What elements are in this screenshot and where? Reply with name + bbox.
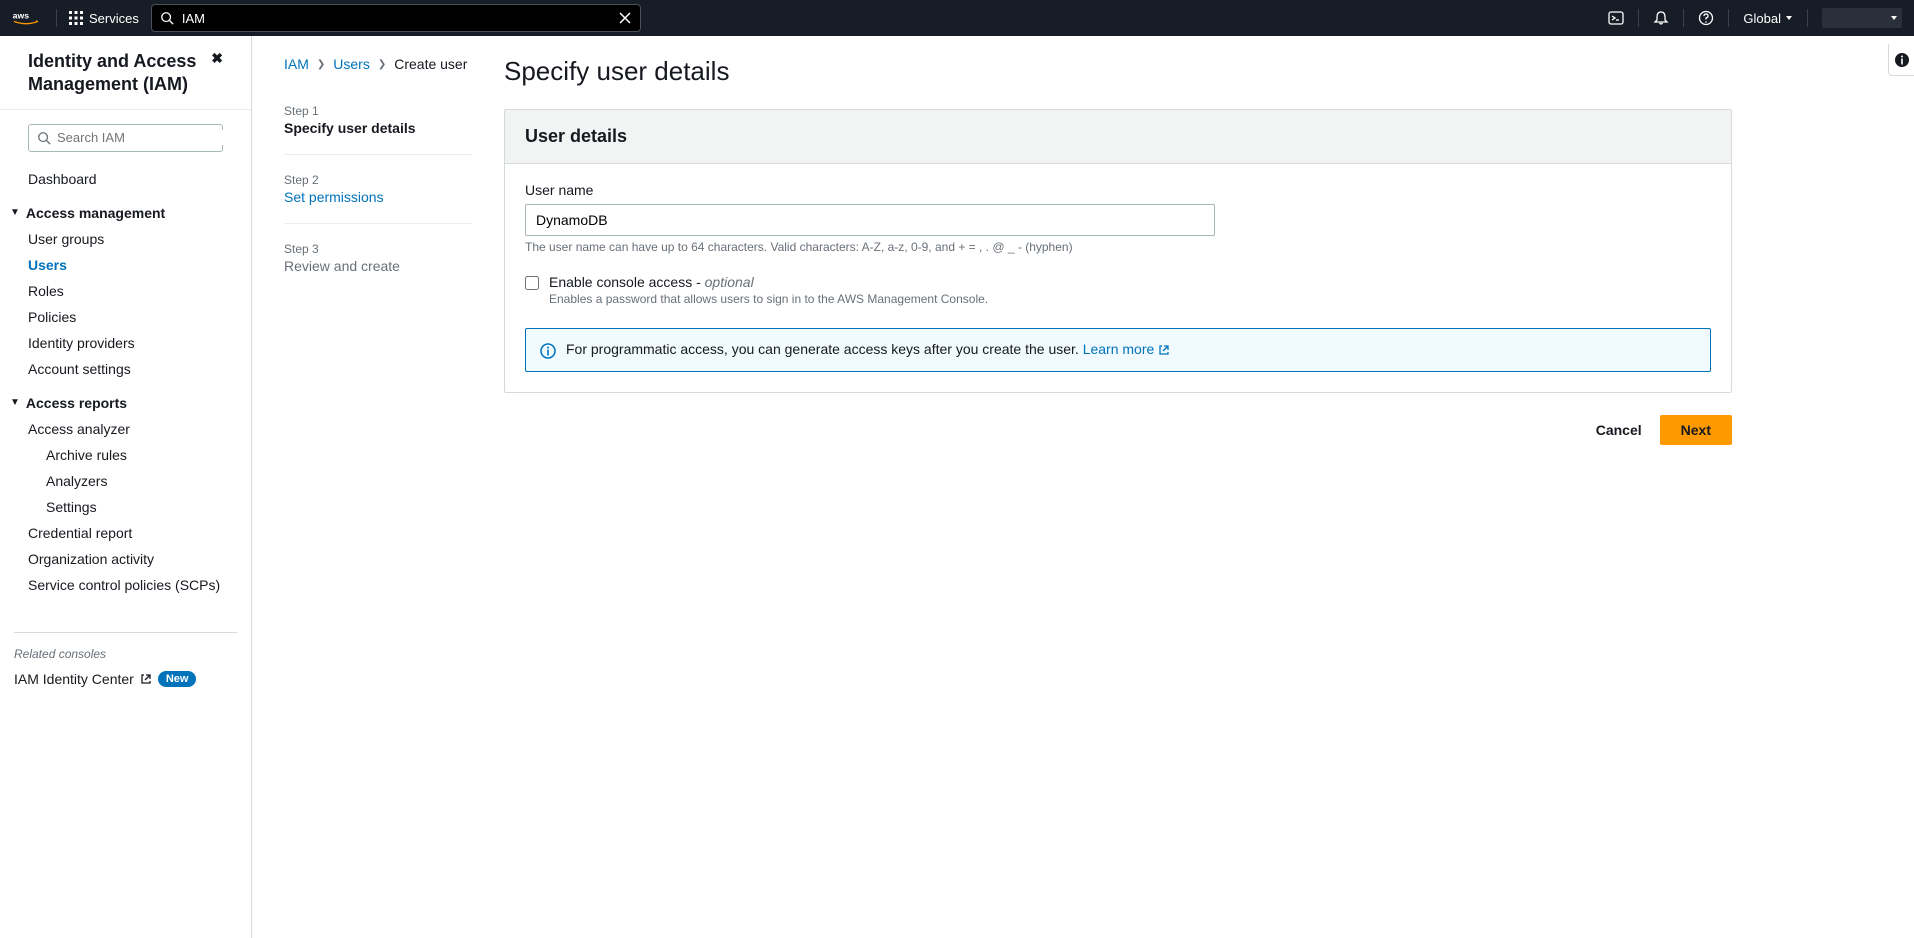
sidebar-title: Identity and Access Management (IAM) (28, 50, 211, 97)
breadcrumb-iam[interactable]: IAM (284, 56, 309, 72)
account-menu[interactable] (1822, 8, 1902, 28)
services-label: Services (89, 11, 139, 26)
sidebar-item-scps[interactable]: Service control policies (SCPs) (14, 572, 237, 598)
breadcrumb-create-user: Create user (394, 56, 467, 72)
info-icon (540, 343, 556, 359)
page-title: Specify user details (504, 56, 1732, 87)
cloudshell-icon[interactable] (1608, 10, 1624, 26)
sidebar-item-organization-activity[interactable]: Organization activity (14, 546, 237, 572)
region-label: Global (1743, 11, 1781, 26)
sidebar-section-access-reports[interactable]: ▼ Access reports (10, 390, 237, 416)
sidebar-item-policies[interactable]: Policies (14, 304, 237, 330)
svg-text:aws: aws (13, 11, 30, 21)
divider (1807, 9, 1808, 27)
help-icon[interactable] (1698, 10, 1714, 26)
caret-down-icon (1785, 14, 1793, 22)
close-sidebar-icon[interactable]: ✖ (211, 50, 223, 67)
grid-icon (69, 11, 83, 25)
aws-logo[interactable]: aws (12, 10, 40, 26)
divider (1683, 9, 1684, 27)
panel-title: User details (525, 126, 1711, 147)
related-consoles-label: Related consoles (0, 647, 251, 667)
console-access-hint: Enables a password that allows users to … (549, 292, 988, 306)
sidebar-item-settings[interactable]: Settings (32, 494, 237, 520)
notifications-icon[interactable] (1653, 10, 1669, 26)
breadcrumb: IAM ❯ Users ❯ Create user (284, 56, 472, 72)
user-details-panel: User details User name The user name can… (504, 109, 1732, 393)
info-box: For programmatic access, you can generat… (525, 328, 1711, 372)
sidebar-item-users[interactable]: Users (14, 252, 237, 278)
clear-search-icon[interactable] (618, 11, 632, 25)
username-label: User name (525, 182, 1711, 198)
console-access-label: Enable console access - optional (549, 274, 988, 290)
sidebar-item-dashboard[interactable]: Dashboard (14, 166, 237, 192)
breadcrumb-users[interactable]: Users (333, 56, 370, 72)
sidebar-item-analyzers[interactable]: Analyzers (32, 468, 237, 494)
wizard-step-3: Step 3 Review and create (284, 234, 472, 292)
sidebar-search[interactable] (28, 124, 223, 152)
search-icon (37, 131, 51, 145)
username-hint: The user name can have up to 64 characte… (525, 240, 1711, 254)
global-search-input[interactable] (182, 11, 610, 26)
region-selector[interactable]: Global (1743, 11, 1793, 26)
new-badge: New (158, 671, 197, 687)
cancel-button[interactable]: Cancel (1592, 416, 1646, 444)
console-access-checkbox[interactable] (525, 276, 539, 290)
divider (1638, 9, 1639, 27)
wizard-step-2[interactable]: Step 2 Set permissions (284, 165, 472, 224)
sidebar-item-user-groups[interactable]: User groups (14, 226, 237, 252)
caret-down-icon: ▼ (10, 397, 20, 408)
sidebar-item-archive-rules[interactable]: Archive rules (32, 442, 237, 468)
caret-down-icon (1890, 14, 1898, 22)
sidebar-item-identity-providers[interactable]: Identity providers (14, 330, 237, 356)
caret-down-icon: ▼ (10, 207, 20, 218)
top-navigation-bar: aws Services Global (0, 0, 1914, 36)
info-panel-toggle[interactable] (1888, 44, 1914, 76)
learn-more-link[interactable]: Learn more (1083, 341, 1170, 357)
chevron-right-icon: ❯ (317, 59, 325, 70)
sidebar-section-access-management[interactable]: ▼ Access management (10, 200, 237, 226)
sidebar-item-roles[interactable]: Roles (14, 278, 237, 304)
chevron-right-icon: ❯ (378, 59, 386, 70)
sidebar-item-access-analyzer[interactable]: Access analyzer (14, 416, 237, 442)
services-menu[interactable]: Services (69, 11, 139, 26)
sidebar-item-credential-report[interactable]: Credential report (14, 520, 237, 546)
divider (56, 9, 57, 27)
global-search[interactable] (151, 4, 641, 32)
search-icon (160, 11, 174, 25)
external-link-icon (140, 673, 152, 685)
divider (1728, 9, 1729, 27)
sidebar: Identity and Access Management (IAM) ✖ D… (0, 36, 252, 938)
topbar-right: Global (1608, 8, 1902, 28)
wizard-step-1[interactable]: Step 1 Specify user details (284, 96, 472, 155)
next-button[interactable]: Next (1660, 415, 1732, 445)
related-link-iam-identity-center[interactable]: IAM Identity Center New (0, 667, 251, 691)
sidebar-item-account-settings[interactable]: Account settings (14, 356, 237, 382)
sidebar-search-input[interactable] (57, 130, 233, 145)
info-text: For programmatic access, you can generat… (566, 341, 1170, 357)
username-input[interactable] (525, 204, 1215, 236)
